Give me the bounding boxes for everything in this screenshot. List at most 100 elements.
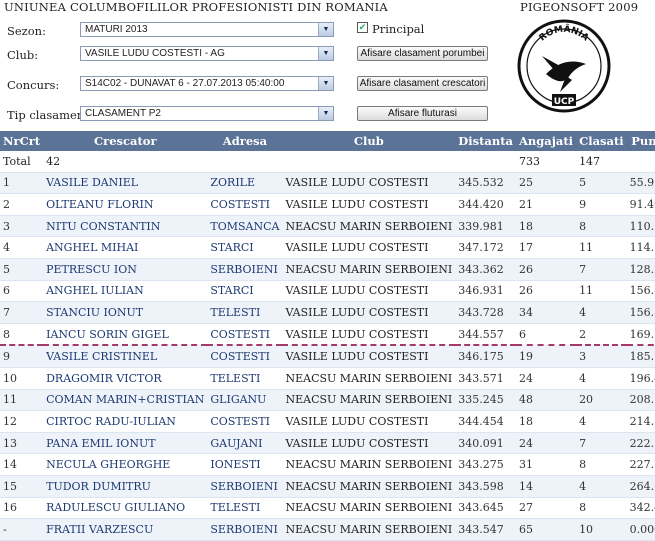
entered-cell: 14 bbox=[515, 475, 577, 498]
distance-cell: 343.571 bbox=[455, 367, 516, 390]
rank-cell: 10 bbox=[0, 367, 44, 390]
points-cell: 114.5976 bbox=[626, 236, 655, 259]
table-row: 11 COMAN MARIN+CRISTIAN GLIGANU NEACSU MARI… bbox=[0, 389, 655, 412]
club-cell: NEACSU MARIN SERBOIENI bbox=[282, 367, 456, 390]
table-row: 8 IANCU SORIN GIGEL COSTESTI VASILE LUDU CO… bbox=[0, 323, 655, 347]
sezon-select-value: MATURI 2013 bbox=[85, 24, 148, 35]
sezon-label: Sezon: bbox=[7, 24, 46, 38]
breeder-cell: STANCIU IONUT bbox=[43, 301, 208, 324]
show-breeders-ranking-button[interactable]: Afisare clasament crescatori bbox=[357, 76, 488, 91]
rank-cell: 4 bbox=[0, 236, 44, 259]
table-row: 6 ANGHEL IULIAN STARCI VASILE LUDU COSTESTI… bbox=[0, 280, 655, 303]
distance-cell: 347.172 bbox=[455, 236, 516, 259]
points-cell: 208.7313 bbox=[626, 389, 655, 412]
total-label: Total bbox=[0, 151, 44, 173]
show-pigeons-ranking-button[interactable]: Afisare clasament porumbei bbox=[357, 46, 488, 61]
classified-cell: 8 bbox=[576, 497, 627, 520]
points-cell: 0.0000 bbox=[626, 518, 655, 541]
chevron-down-icon[interactable]: ▼ bbox=[318, 23, 333, 36]
principal-label: Principal bbox=[372, 22, 425, 36]
table-row: - FRATII VARZESCU SERBOIENI NEACSU MARIN SE… bbox=[0, 518, 655, 541]
entered-cell: 34 bbox=[515, 301, 577, 324]
chevron-down-icon[interactable]: ▼ bbox=[318, 77, 333, 90]
breeder-cell: TUDOR DUMITRU bbox=[43, 475, 208, 498]
rank-cell: 11 bbox=[0, 389, 44, 412]
show-flyers-button[interactable]: Afisare fluturasi bbox=[357, 106, 488, 121]
chevron-down-icon[interactable]: ▼ bbox=[318, 47, 333, 60]
classified-cell: 11 bbox=[576, 280, 627, 303]
classified-cell: 4 bbox=[576, 475, 627, 498]
sezon-select[interactable]: MATURI 2013 ▼ bbox=[80, 22, 334, 37]
club-cell: NEACSU MARIN SERBOIENI bbox=[282, 389, 456, 412]
club-cell: NEACSU MARIN SERBOIENI bbox=[282, 215, 456, 238]
rank-cell: 8 bbox=[0, 323, 44, 347]
entered-cell: 19 bbox=[515, 345, 577, 368]
tip-select[interactable]: CLASAMENT P2 ▼ bbox=[80, 106, 334, 121]
concurs-select[interactable]: S14C02 - DUNAVAT 6 - 27.07.2013 05:40:00… bbox=[80, 76, 334, 91]
club-cell: VASILE LUDU COSTESTI bbox=[282, 172, 456, 195]
breeder-cell: NITU CONSTANTIN bbox=[43, 215, 208, 238]
breeder-cell: NECULA GHEORGHE bbox=[43, 453, 208, 476]
rank-cell: 3 bbox=[0, 215, 44, 238]
address-cell: GLIGANU bbox=[207, 389, 283, 412]
table-row: 14 NECULA GHEORGHE IONESTI NEACSU MARIN SER… bbox=[0, 453, 655, 476]
points-cell: 227.8309 bbox=[626, 453, 655, 476]
breeder-cell: ANGHEL MIHAI bbox=[43, 236, 208, 259]
classified-cell: 2 bbox=[576, 323, 627, 347]
address-cell: IONESTI bbox=[207, 453, 283, 476]
club-cell: NEACSU MARIN SERBOIENI bbox=[282, 518, 456, 541]
entered-cell: 18 bbox=[515, 215, 577, 238]
entered-cell: 21 bbox=[515, 193, 577, 216]
address-cell: COSTESTI bbox=[207, 345, 283, 368]
entered-cell: 6 bbox=[515, 323, 577, 347]
table-row: 2 OLTEANU FLORIN COSTESTI VASILE LUDU COSTE… bbox=[0, 193, 655, 216]
rank-cell: 14 bbox=[0, 453, 44, 476]
club-cell: NEACSU MARIN SERBOIENI bbox=[282, 453, 456, 476]
classified-cell: 4 bbox=[576, 301, 627, 324]
entered-cell: 17 bbox=[515, 236, 577, 259]
entered-cell: 27 bbox=[515, 497, 577, 520]
points-cell: 185.5389 bbox=[626, 345, 655, 368]
club-cell: NEACSU MARIN SERBOIENI bbox=[282, 497, 456, 520]
total-angajati: 733 bbox=[515, 151, 577, 173]
club-select[interactable]: VASILE LUDU COSTESTI - AG ▼ bbox=[80, 46, 334, 61]
breeder-cell: VASILE DANIEL bbox=[43, 172, 208, 195]
address-cell: COSTESTI bbox=[207, 410, 283, 433]
address-cell: TELESTI bbox=[207, 497, 283, 520]
entered-cell: 31 bbox=[515, 453, 577, 476]
chevron-down-icon[interactable]: ▼ bbox=[318, 107, 333, 120]
table-row: 16 RADULESCU GIULIANO TELESTI NEACSU MARIN … bbox=[0, 497, 655, 520]
table-row: 1 VASILE DANIEL ZORILE VASILE LUDU COSTESTI… bbox=[0, 172, 655, 195]
distance-cell: 344.454 bbox=[455, 410, 516, 433]
distance-cell: 346.175 bbox=[455, 345, 516, 368]
points-cell: 91.4052 bbox=[626, 193, 655, 216]
total-row: Total 42 733 147 bbox=[0, 151, 655, 173]
distance-cell: 340.091 bbox=[455, 432, 516, 455]
table-row: 7 STANCIU IONUT TELESTI VASILE LUDU COSTEST… bbox=[0, 301, 655, 324]
col-clasati: Clasati bbox=[576, 131, 627, 151]
club-cell: VASILE LUDU COSTESTI bbox=[282, 345, 456, 368]
distance-cell: 343.598 bbox=[455, 475, 516, 498]
classified-cell: 4 bbox=[576, 367, 627, 390]
rank-cell: 1 bbox=[0, 172, 44, 195]
address-cell: COSTESTI bbox=[207, 323, 283, 347]
empty-cell bbox=[207, 151, 283, 173]
address-cell: SERBOIENI bbox=[207, 258, 283, 281]
entered-cell: 18 bbox=[515, 410, 577, 433]
club-cell: VASILE LUDU COSTESTI bbox=[282, 432, 456, 455]
address-cell: TOMSANCA bbox=[207, 215, 283, 238]
club-label: Club: bbox=[7, 48, 39, 62]
rank-cell: 5 bbox=[0, 258, 44, 281]
points-cell: 222.3739 bbox=[626, 432, 655, 455]
col-adresa: Adresa bbox=[207, 131, 283, 151]
classified-cell: 11 bbox=[576, 236, 627, 259]
club-cell: NEACSU MARIN SERBOIENI bbox=[282, 258, 456, 281]
address-cell: SERBOIENI bbox=[207, 518, 283, 541]
breeder-cell: RADULESCU GIULIANO bbox=[43, 497, 208, 520]
points-cell: 196.4529 bbox=[626, 367, 655, 390]
rank-cell: 13 bbox=[0, 432, 44, 455]
org-title: UNIUNEA COLUMBOFILILOR PROFESIONISTI DIN… bbox=[4, 0, 388, 14]
breeder-cell: PETRESCU ION bbox=[43, 258, 208, 281]
breeder-cell: OLTEANU FLORIN bbox=[43, 193, 208, 216]
principal-checkbox[interactable]: ✔ bbox=[357, 22, 368, 33]
